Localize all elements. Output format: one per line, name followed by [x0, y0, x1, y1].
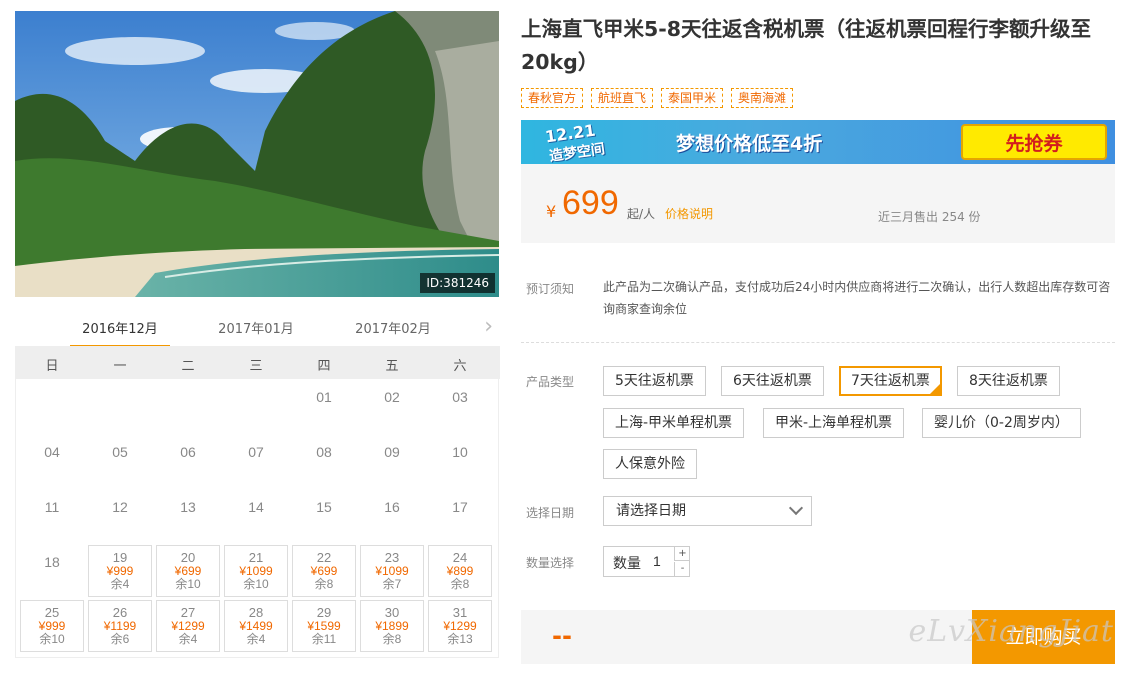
calendar-day: 12 [112, 499, 128, 515]
option-infant[interactable]: 婴儿价（0-2周岁内） [922, 408, 1081, 438]
calendar-day-available[interactable]: 28 ¥1499 余4 [224, 600, 288, 652]
product-photo: ID:381246 [15, 11, 499, 297]
product-tags: 春秋官方 航班直飞 泰国甲米 奥南海滩 [521, 88, 794, 108]
calendar-day: 02 [384, 389, 400, 405]
calendar-day: 06 [180, 444, 196, 460]
total-price: -- [552, 622, 572, 650]
decrement-button[interactable]: - [674, 562, 690, 576]
product-type-label: 产品类型 [526, 375, 575, 389]
tab-month-1[interactable]: 2016年12月 [70, 318, 170, 348]
date-select[interactable]: 请选择日期 [603, 496, 812, 526]
date-label: 选择日期 [526, 506, 575, 520]
calendar-day: 05 [112, 444, 128, 460]
option-kbv-sha-oneway[interactable]: 甲米-上海单程机票 [763, 408, 905, 438]
chevron-right-icon[interactable]: › [484, 314, 493, 339]
quantity-label: 数量选择 [526, 556, 575, 570]
date-select-value: 请选择日期 [616, 503, 686, 519]
promo-banner[interactable]: 12.21 造梦空间 梦想价格低至4折 先抢券 [521, 120, 1115, 164]
calendar-day-available[interactable]: 22 ¥699 余8 [292, 545, 356, 597]
weekday-label: 六 [453, 359, 467, 374]
calendar-day: 09 [384, 444, 400, 460]
calendar-day-available[interactable]: 25 ¥999 余10 [20, 600, 84, 652]
beach-cliff-image [15, 11, 499, 297]
weekday-label: 三 [249, 359, 263, 374]
month-tabs: 2016年12月 2017年01月 2017年02月 › [15, 310, 499, 350]
weekday-header: 日 一 二 三 四 五 六 [16, 346, 500, 379]
option-insurance[interactable]: 人保意外险 [603, 449, 697, 479]
product-tag[interactable]: 航班直飞 [591, 88, 654, 108]
weekday-label: 二 [181, 359, 195, 374]
calendar-day-available[interactable]: 26 ¥1199 余6 [88, 600, 152, 652]
calendar-day-available[interactable]: 29 ¥1599 余11 [292, 600, 356, 652]
option-5day[interactable]: 5天往返机票 [603, 366, 706, 396]
calendar-day: 17 [452, 499, 468, 515]
calendar-day: 08 [316, 444, 332, 460]
weekday-label: 一 [113, 359, 127, 374]
currency-symbol: ¥ [546, 202, 557, 221]
price-unit: 起/人 [627, 207, 656, 221]
calendar-day: 11 [44, 499, 60, 515]
calendar-day: 13 [180, 499, 196, 515]
increment-button[interactable]: + [674, 547, 690, 561]
watermark: eLvXiangJiat [908, 614, 1114, 649]
calendar-day: 16 [384, 499, 400, 515]
calendar-day: 15 [316, 499, 332, 515]
product-title: 上海直飞甲米5-8天往返含税机票（往返机票回程行李额升级至20kg） [521, 17, 1092, 74]
option-7day-selected[interactable]: 7天往返机票 [839, 366, 942, 396]
product-tag[interactable]: 奥南海滩 [731, 88, 794, 108]
price-amount: 699 [562, 184, 619, 222]
price-calendar: 日 一 二 三 四 五 六 01 02 03 04 05 06 07 08 09… [15, 346, 500, 658]
chevron-down-icon [788, 500, 804, 516]
product-tag[interactable]: 春秋官方 [521, 88, 584, 108]
divider [521, 342, 1115, 343]
quantity-value[interactable]: 1 [653, 553, 661, 569]
option-6day[interactable]: 6天往返机票 [721, 366, 824, 396]
calendar-day: 07 [248, 444, 264, 460]
price-explanation-link[interactable]: 价格说明 [665, 205, 713, 222]
calendar-day-available[interactable]: 19 ¥999 余4 [88, 545, 152, 597]
quantity-stepper[interactable]: 数量 1 + - [603, 546, 690, 577]
calendar-day-available[interactable]: 31 ¥1299 余13 [428, 600, 492, 652]
calendar-day-available[interactable]: 30 ¥1899 余8 [360, 600, 424, 652]
calendar-day: 04 [44, 444, 60, 460]
calendar-day-available[interactable]: 20 ¥699 余10 [156, 545, 220, 597]
price-box: ¥ 699 起/人 价格说明 近三月售出 254 份 [521, 164, 1115, 243]
calendar-day: 01 [316, 389, 332, 405]
tab-month-2[interactable]: 2017年01月 [206, 318, 306, 337]
notice-label: 预订须知 [526, 282, 575, 296]
sales-count: 近三月售出 254 份 [878, 210, 981, 224]
weekday-label: 四 [317, 359, 331, 374]
photo-id-badge: ID:381246 [420, 273, 495, 293]
calendar-day: 03 [452, 389, 468, 405]
option-sha-kbv-oneway[interactable]: 上海-甲米单程机票 [603, 408, 745, 438]
calendar-day-available[interactable]: 21 ¥1099 余10 [224, 545, 288, 597]
calendar-day: 10 [452, 444, 468, 460]
calendar-day: 14 [248, 499, 264, 515]
option-8day[interactable]: 8天往返机票 [957, 366, 1060, 396]
weekday-label: 五 [385, 359, 399, 374]
tab-month-3[interactable]: 2017年02月 [343, 318, 443, 337]
booking-notice: 此产品为二次确认产品，支付成功后24小时内供应商将进行二次确认，出行人数超出库存… [603, 280, 1111, 316]
calendar-day: 18 [44, 554, 60, 570]
calendar-day-available[interactable]: 27 ¥1299 余4 [156, 600, 220, 652]
quantity-inner-label: 数量 [613, 556, 641, 572]
calendar-day-available[interactable]: 23 ¥1099 余7 [360, 545, 424, 597]
calendar-day-available[interactable]: 24 ¥899 余8 [428, 545, 492, 597]
product-tag[interactable]: 泰国甲米 [661, 88, 724, 108]
promo-slogan: 梦想价格低至4折 [676, 133, 823, 155]
grab-coupon-button[interactable]: 先抢券 [961, 124, 1107, 160]
weekday-label: 日 [45, 359, 59, 374]
